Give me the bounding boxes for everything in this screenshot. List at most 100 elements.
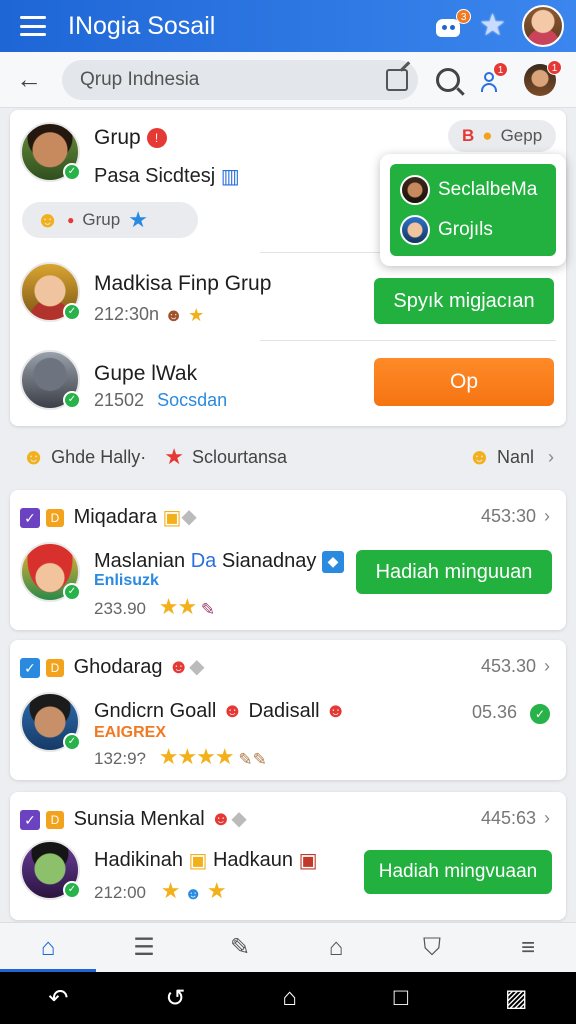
back-arrow-icon[interactable]: ← — [16, 64, 48, 95]
face-emoji-icon: ☻ — [164, 304, 184, 325]
popup-label: Grojıls — [438, 219, 493, 240]
open-button[interactable]: Op — [374, 358, 554, 406]
group-sub: 21502 Socsdan — [94, 390, 227, 411]
star-fish-icon: ★ — [128, 207, 148, 232]
heart-eyes-emoji-icon: ☻ — [210, 808, 232, 831]
group-link[interactable]: Socsdan — [157, 390, 227, 410]
popup-row[interactable]: Grojıls — [400, 210, 546, 250]
chevron-right-icon[interactable]: › — [544, 506, 550, 526]
profile-avatar[interactable] — [522, 5, 564, 47]
feed-time: 453:30 › — [481, 506, 550, 527]
nav-edit-icon[interactable]: ✎ — [192, 923, 288, 972]
sys-back-icon[interactable]: ↶ — [48, 984, 68, 1013]
group-name: Grup — [94, 126, 141, 149]
feed-avatar[interactable]: ✓ — [20, 840, 81, 900]
sys-screenshot-icon[interactable]: ▨ — [505, 984, 528, 1013]
nav-shield-icon[interactable]: ⛉ — [384, 923, 480, 972]
reward-button[interactable]: Hadiah mingvuaan — [364, 850, 552, 894]
sword-icon: ✎✎ — [238, 749, 267, 769]
system-nav-bar: ↶ ↺ ⌂ □ ▨ — [0, 972, 576, 1024]
nav-lock-icon[interactable]: ⌂ — [288, 923, 384, 972]
feed-name-text: Gndicrn Goall — [94, 700, 217, 722]
user-avatar[interactable]: 1 — [524, 59, 562, 96]
group-action-button[interactable]: Spyık migjacıan — [374, 278, 554, 324]
feed-card[interactable]: ✓ D Ghodarag ☻ ◆ 453.30 › ✓ Gndicrn Goall ☻… — [10, 640, 566, 780]
feed-meta: 212:00 ★ ☻ ★ — [94, 878, 227, 904]
search-icon[interactable] — [436, 67, 460, 92]
chevron-right-icon[interactable]: › — [544, 656, 550, 676]
feed-name-rest: Sianadnay — [221, 550, 317, 572]
group-pill[interactable]: ☻ ● Grup ★ — [22, 202, 198, 238]
emoji-icon: ☻ — [221, 700, 243, 723]
sys-undo-icon[interactable]: ↺ — [165, 984, 185, 1013]
feed-time-text: 453.30 — [480, 656, 536, 676]
rating-star-icon: ★ — [206, 878, 227, 903]
menu-icon[interactable] — [20, 16, 46, 36]
feed-card[interactable]: ✓ D Miqadara ▣◆ 453:30 › ✓ Maslanian Da Si… — [10, 490, 566, 630]
group-avatar[interactable]: ✓ — [20, 350, 81, 410]
gift-emoji-icon: ▣ — [162, 507, 182, 530]
chest-emoji-icon: ▣ — [298, 850, 318, 872]
star-icon[interactable]: ★ — [479, 11, 506, 41]
check-circle-icon[interactable]: ✓ — [528, 702, 552, 726]
section-left-label[interactable]: Ghde Hally· — [51, 447, 146, 468]
feed-name-rest: Hadkaun — [212, 848, 294, 871]
reward-button[interactable]: Hadiah minguuan — [356, 550, 552, 594]
group-name[interactable]: Gupe lWak — [94, 362, 197, 386]
feed-avatar[interactable]: ✓ — [20, 542, 81, 602]
people-icon[interactable]: 1 — [478, 61, 508, 94]
chevron-right-icon[interactable]: › — [544, 808, 550, 828]
feed-title: Ghodarag — [73, 656, 163, 678]
group-sub-text: Pasa Sicdtesj — [94, 164, 216, 187]
search-input[interactable] — [80, 68, 386, 91]
group-name[interactable]: Madkisa Finp Grup — [94, 272, 271, 296]
search-box[interactable] — [62, 59, 418, 100]
diamond-icon: ◆ — [181, 506, 197, 528]
feed-name[interactable]: Gndicrn Goall ☻ Dadisall ☻ — [94, 700, 346, 723]
top-tag-pill[interactable]: B ● Gepp — [448, 120, 557, 152]
checkbox-icon[interactable]: ✓ — [20, 657, 40, 678]
section-header: ☻ Ghde Hally· ★ Sclourtansa ☻ Nanl › — [0, 436, 576, 478]
divider — [260, 340, 556, 341]
popup-row[interactable]: SeclalbeMa — [400, 170, 546, 210]
sys-home-icon[interactable]: ⌂ — [282, 984, 297, 1012]
top-tag-label: Gepp — [500, 126, 543, 145]
group-row-1[interactable]: Grup ! — [94, 126, 167, 150]
suggestion-popup: SeclalbeMa Grojıls — [380, 154, 566, 266]
feed-avatar[interactable]: ✓ — [20, 692, 81, 752]
feed-count: 233.90 — [94, 599, 146, 618]
nav-list-icon[interactable]: ☰ — [96, 923, 192, 972]
smile-emoji-icon: ☻ — [36, 207, 60, 232]
coin-icon: ● — [482, 126, 493, 145]
feed-card[interactable]: ✓ D Sunsia Menkal ☻◆ 445:63 › ✓ Hadikinah … — [10, 792, 566, 920]
feed-name[interactable]: Hadikinah ▣ Hadkaun ▣ — [94, 848, 318, 873]
nav-home-icon[interactable]: ⌂ — [0, 923, 96, 972]
group-sub: 212:30n ☻ ★ — [94, 304, 204, 326]
face-emoji-icon: ☻ — [184, 883, 203, 903]
diamond-icon: ◆ — [189, 656, 205, 678]
nav-menu-icon[interactable]: ≡ — [480, 923, 576, 972]
bot-icon[interactable]: 3 — [433, 9, 472, 39]
feed-tag: Enlisuzk — [94, 572, 159, 589]
feed-time: 445:63 › — [481, 808, 550, 829]
group-avatar[interactable]: ✓ — [20, 262, 81, 322]
checkbox-icon[interactable]: ✓ — [20, 809, 40, 830]
feed-tag: EAIGREX — [94, 724, 167, 741]
feed-name[interactable]: Maslanian Da Sianadnay ◆ — [94, 550, 344, 573]
heart-icon: ● — [67, 213, 75, 227]
rating-stars: ★ — [160, 878, 181, 903]
section-mid-label[interactable]: Sclourtansa — [192, 447, 287, 468]
compose-icon[interactable] — [386, 68, 408, 91]
feed-title: Miqadara — [73, 506, 157, 528]
feed-count: 132:9? — [94, 749, 146, 768]
pill-label: Grup — [82, 210, 121, 229]
sys-recents-icon[interactable]: □ — [394, 984, 409, 1012]
feed-meta: 233.90 ★★ ✎ — [94, 594, 215, 620]
tag-icon: D — [46, 810, 64, 829]
tag-icon: D — [46, 658, 64, 677]
feed-name-rest: Dadisall — [248, 700, 320, 722]
section-more[interactable]: ☻ Nanl › — [468, 444, 554, 470]
group-avatar[interactable]: ✓ — [20, 122, 81, 182]
rating-stars: ★★★★ — [158, 744, 235, 769]
checkbox-icon[interactable]: ✓ — [20, 507, 40, 528]
